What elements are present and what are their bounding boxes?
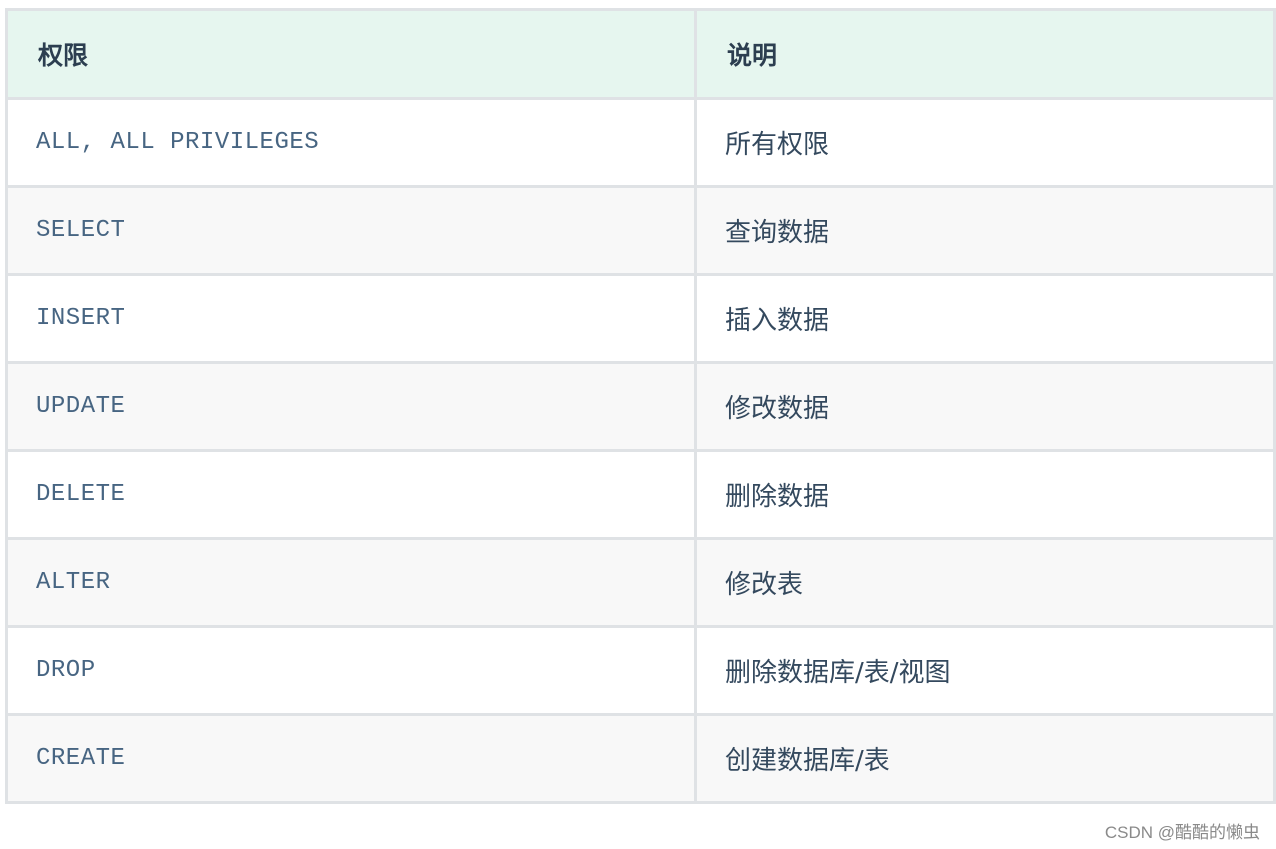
privilege-cell: ALTER bbox=[5, 537, 697, 628]
header-privilege: 权限 bbox=[5, 8, 697, 100]
watermark: CSDN @酷酷的懒虫 bbox=[1104, 823, 1260, 842]
privilege-cell: UPDATE bbox=[5, 361, 697, 452]
privilege-cell: INSERT bbox=[5, 273, 697, 364]
description-cell: 修改表 bbox=[694, 537, 1276, 628]
privilege-cell: CREATE bbox=[5, 713, 697, 804]
description-cell: 删除数据库/表/视图 bbox=[694, 625, 1276, 716]
description-cell: 查询数据 bbox=[694, 185, 1276, 276]
table-row: SELECT 查询数据 bbox=[5, 185, 1276, 276]
privilege-cell: DELETE bbox=[5, 449, 697, 540]
table-row: ALTER 修改表 bbox=[5, 537, 1276, 628]
description-cell: 删除数据 bbox=[694, 449, 1276, 540]
privilege-cell: SELECT bbox=[5, 185, 697, 276]
table-header-row: 权限 说明 bbox=[5, 8, 1276, 100]
privilege-cell: ALL, ALL PRIVILEGES bbox=[5, 97, 697, 188]
table-row: CREATE 创建数据库/表 bbox=[5, 713, 1276, 804]
privileges-table: 权限 说明 ALL, ALL PRIVILEGES 所有权限 SELECT 查询… bbox=[5, 8, 1276, 804]
description-cell: 所有权限 bbox=[694, 97, 1276, 188]
table-row: ALL, ALL PRIVILEGES 所有权限 bbox=[5, 97, 1276, 188]
description-cell: 修改数据 bbox=[694, 361, 1276, 452]
description-cell: 创建数据库/表 bbox=[694, 713, 1276, 804]
table-row: UPDATE 修改数据 bbox=[5, 361, 1276, 452]
table-row: INSERT 插入数据 bbox=[5, 273, 1276, 364]
table-row: DROP 删除数据库/表/视图 bbox=[5, 625, 1276, 716]
header-description: 说明 bbox=[694, 8, 1276, 100]
privilege-cell: DROP bbox=[5, 625, 697, 716]
description-cell: 插入数据 bbox=[694, 273, 1276, 364]
table-row: DELETE 删除数据 bbox=[5, 449, 1276, 540]
